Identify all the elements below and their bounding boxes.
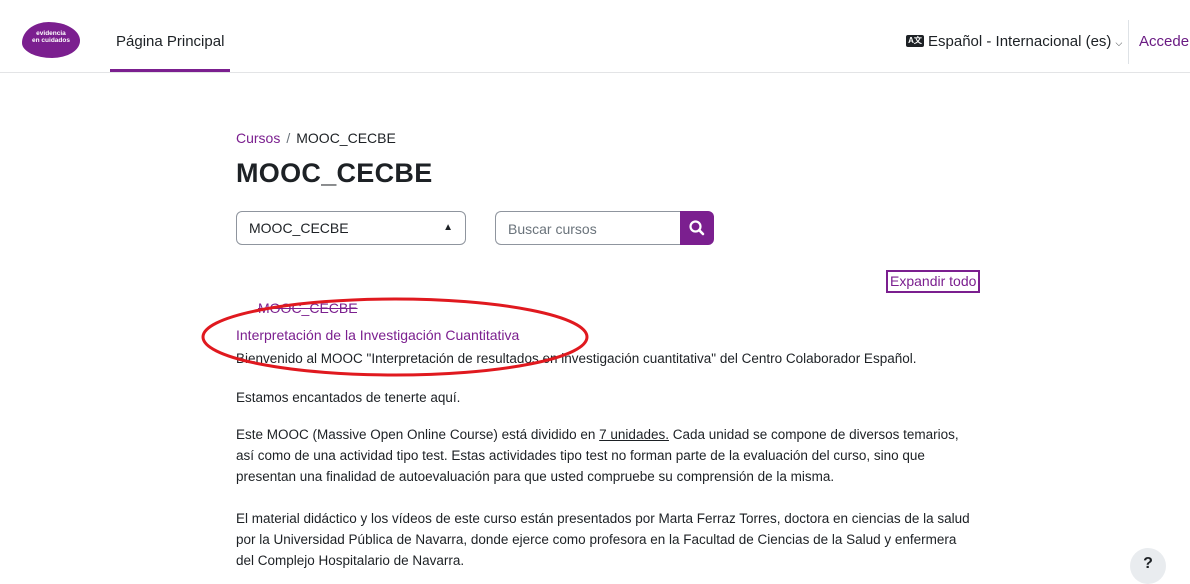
category-select-value: MOOC_CECBE [249, 220, 349, 236]
search-input[interactable]: Buscar cursos [495, 211, 680, 245]
chevron-down-icon: ⌵ [1115, 38, 1123, 48]
search-icon [689, 220, 705, 236]
course-summary-paragraph-3: Este MOOC (Massive Open Online Course) e… [236, 424, 976, 487]
logo-text-line1: evidencia [36, 30, 66, 37]
nav-home-link[interactable]: Página Principal [110, 0, 231, 72]
summary-text-start: Este MOOC (Massive Open Online Course) e… [236, 427, 600, 442]
breadcrumb-courses-link[interactable]: Cursos [236, 130, 280, 146]
breadcrumb: Cursos / MOOC_CECBE [236, 130, 396, 146]
logo-text-line2: en cuidados [32, 37, 70, 44]
category-select[interactable]: MOOC_CECBE ▲ [236, 211, 466, 245]
units-link[interactable]: 7 unidades. [599, 427, 669, 442]
category-link[interactable]: MOOC_CECBE [258, 300, 358, 316]
language-menu[interactable]: A文 Español - Internacional (es) ⌵ [906, 0, 1122, 84]
site-logo[interactable]: evidencia en cuidados [22, 22, 80, 58]
search-button[interactable] [680, 211, 714, 245]
select-updown-icon: ▲ [443, 222, 453, 233]
language-label: Español - Internacional (es) [928, 33, 1112, 50]
breadcrumb-current: MOOC_CECBE [296, 130, 396, 146]
login-link[interactable]: Acceder [1139, 0, 1190, 84]
navbar-divider [1128, 20, 1129, 64]
course-summary-paragraph-2: Estamos encantados de tenerte aquí. [236, 390, 461, 405]
language-icon: A文 [906, 34, 924, 47]
top-navbar: evidencia en cuidados Página Principal A… [0, 0, 1190, 73]
expand-all-link[interactable]: Expandir todo [886, 270, 981, 293]
course-link[interactable]: Interpretación de la Investigación Cuant… [236, 327, 519, 343]
page-title: MOOC_CECBE [236, 158, 433, 188]
breadcrumb-separator: / [286, 130, 291, 146]
course-summary-paragraph-1: Bienvenido al MOOC "Interpretación de re… [236, 351, 917, 366]
help-button[interactable]: ? [1130, 548, 1166, 584]
course-summary-paragraph-4: El material didáctico y los vídeos de es… [236, 511, 970, 568]
